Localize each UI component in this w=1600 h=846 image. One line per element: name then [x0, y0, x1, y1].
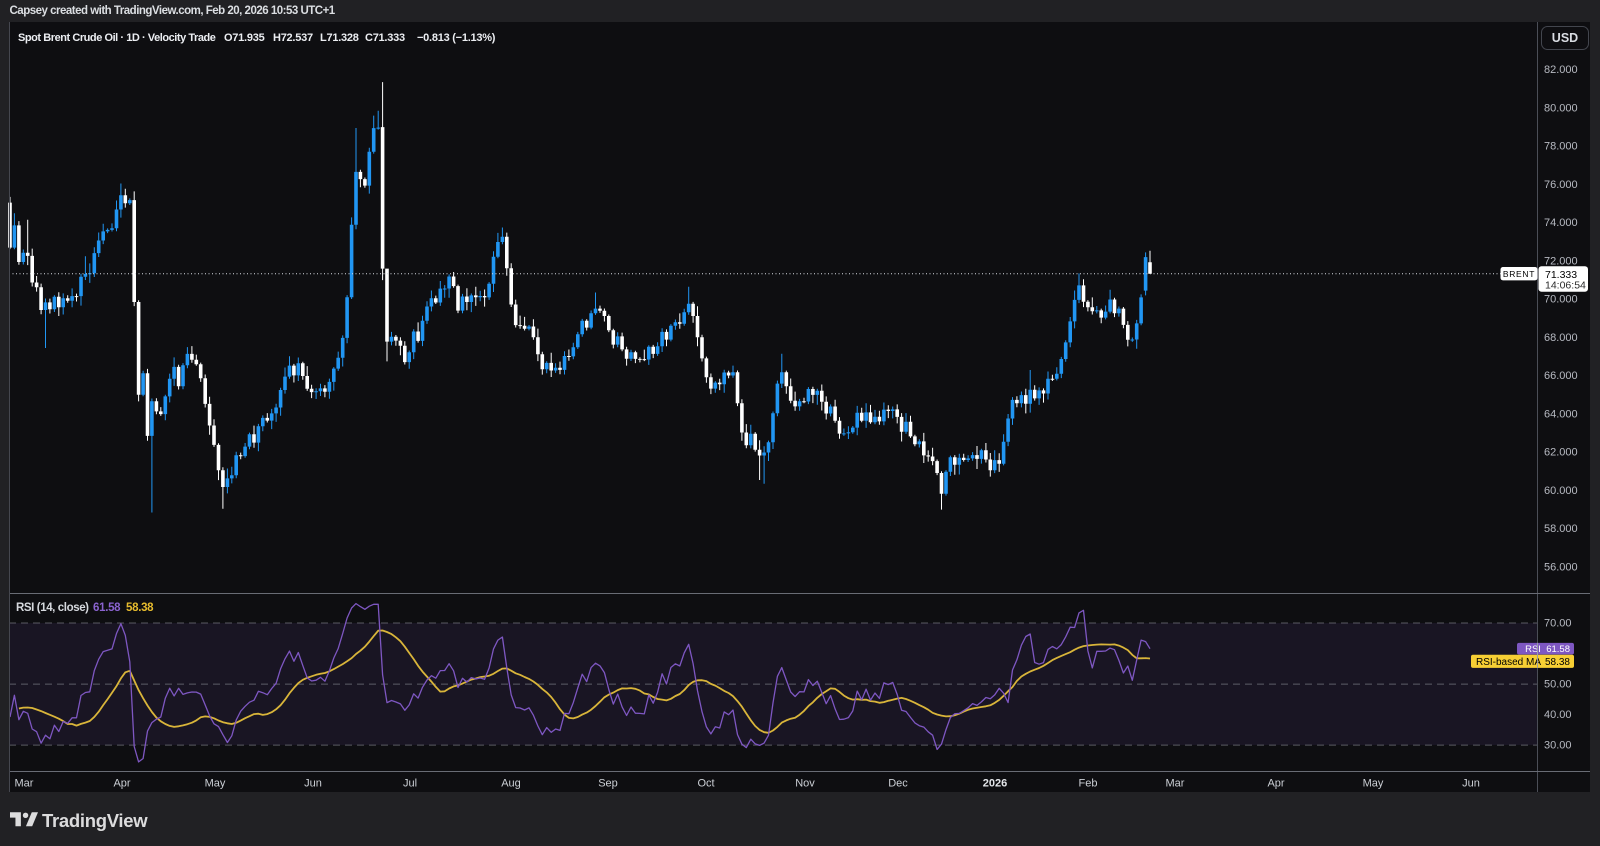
- svg-text:70.000: 70.000: [1544, 294, 1578, 306]
- svg-text:72.000: 72.000: [1544, 256, 1578, 268]
- svg-text:60.000: 60.000: [1544, 485, 1578, 497]
- svg-text:66.000: 66.000: [1544, 370, 1578, 382]
- svg-text:Aug: Aug: [501, 778, 521, 790]
- svg-text:40.00: 40.00: [1544, 709, 1572, 721]
- svg-text:RSI-based MA: RSI-based MA: [1476, 657, 1541, 668]
- svg-text:Jun: Jun: [1462, 778, 1480, 790]
- svg-text:Apr: Apr: [113, 778, 130, 790]
- svg-text:74.000: 74.000: [1544, 217, 1578, 229]
- svg-text:Jun: Jun: [304, 778, 322, 790]
- svg-text:May: May: [205, 778, 226, 790]
- svg-text:BRENT: BRENT: [1503, 269, 1535, 279]
- svg-text:70.00: 70.00: [1544, 618, 1572, 630]
- svg-text:Oct: Oct: [697, 778, 714, 790]
- svg-text:Feb: Feb: [1079, 778, 1098, 790]
- svg-text:Dec: Dec: [888, 778, 908, 790]
- svg-text:May: May: [1363, 778, 1384, 790]
- svg-text:78.000: 78.000: [1544, 141, 1578, 153]
- svg-text:58.000: 58.000: [1544, 523, 1578, 535]
- svg-text:62.000: 62.000: [1544, 447, 1578, 459]
- svg-text:Apr: Apr: [1267, 778, 1284, 790]
- svg-text:30.00: 30.00: [1544, 740, 1572, 752]
- svg-text:76.000: 76.000: [1544, 179, 1578, 191]
- svg-text:56.000: 56.000: [1544, 562, 1578, 574]
- svg-text:82.000: 82.000: [1544, 64, 1578, 76]
- svg-text:64.000: 64.000: [1544, 409, 1578, 421]
- svg-text:USD: USD: [1552, 31, 1578, 45]
- svg-text:2026: 2026: [983, 778, 1007, 790]
- svg-text:61.58: 61.58: [1546, 644, 1570, 655]
- svg-text:Mar: Mar: [15, 778, 34, 790]
- svg-text:14:06:54: 14:06:54: [1545, 279, 1586, 291]
- svg-text:Nov: Nov: [795, 778, 815, 790]
- svg-text:Jul: Jul: [403, 778, 417, 790]
- svg-text:68.000: 68.000: [1544, 332, 1578, 344]
- svg-text:50.00: 50.00: [1544, 679, 1572, 691]
- svg-text:RSI: RSI: [1525, 644, 1541, 655]
- svg-text:Mar: Mar: [1166, 778, 1185, 790]
- svg-text:58.38: 58.38: [1545, 657, 1570, 668]
- svg-text:Sep: Sep: [598, 778, 618, 790]
- svg-text:80.000: 80.000: [1544, 103, 1578, 115]
